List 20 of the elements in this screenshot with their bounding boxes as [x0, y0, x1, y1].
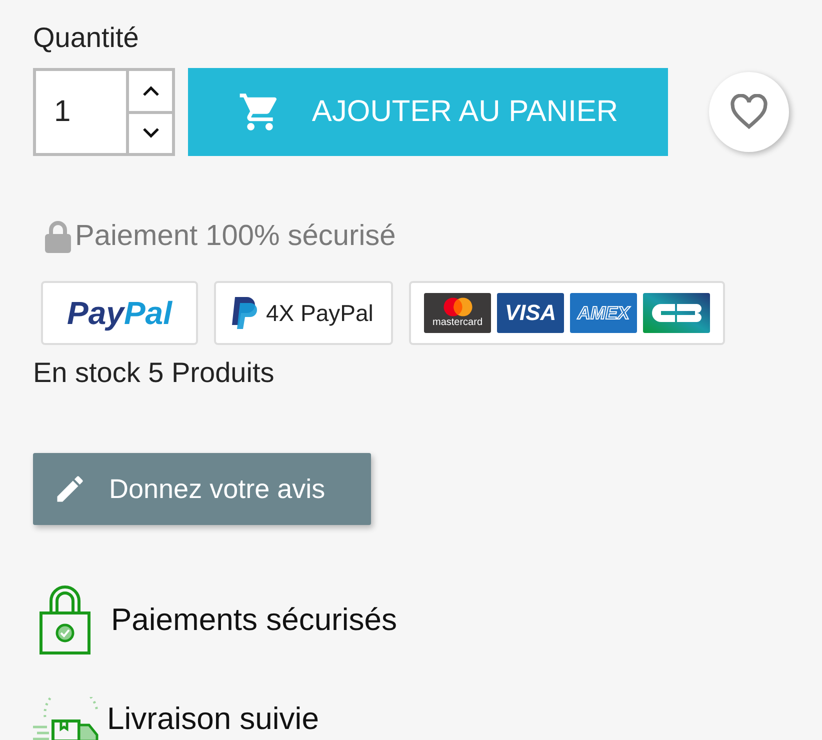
paypal-p-icon — [230, 295, 260, 331]
mastercard-logo: mastercard — [424, 293, 491, 333]
heart-icon — [729, 94, 769, 130]
chevron-up-icon — [142, 84, 160, 97]
stock-text: En stock 5 Produits — [33, 356, 276, 390]
secure-payment-text: Paiement 100% sécurisé — [75, 220, 396, 253]
amex-logo: AMEX — [570, 293, 637, 333]
visa-logo: VISA — [497, 293, 564, 333]
padlock-check-icon — [39, 585, 91, 655]
quantity-label: Quantité — [33, 21, 140, 55]
lock-icon — [43, 220, 73, 252]
secure-payments-text: Paiements sécurisés — [111, 602, 398, 638]
paypal-logo: PayPal — [67, 294, 172, 332]
review-button[interactable]: Donnez votre avis — [33, 453, 371, 525]
chevron-down-icon — [142, 127, 160, 140]
quantity-stepper[interactable]: 1 — [33, 68, 175, 156]
paypal-installments-badge: 4X PayPal — [214, 281, 393, 345]
add-to-cart-button[interactable]: AJOUTER AU PANIER — [188, 68, 668, 156]
tracked-delivery-text: Livraison suivie — [107, 701, 319, 737]
cb-card-icon — [643, 293, 710, 333]
